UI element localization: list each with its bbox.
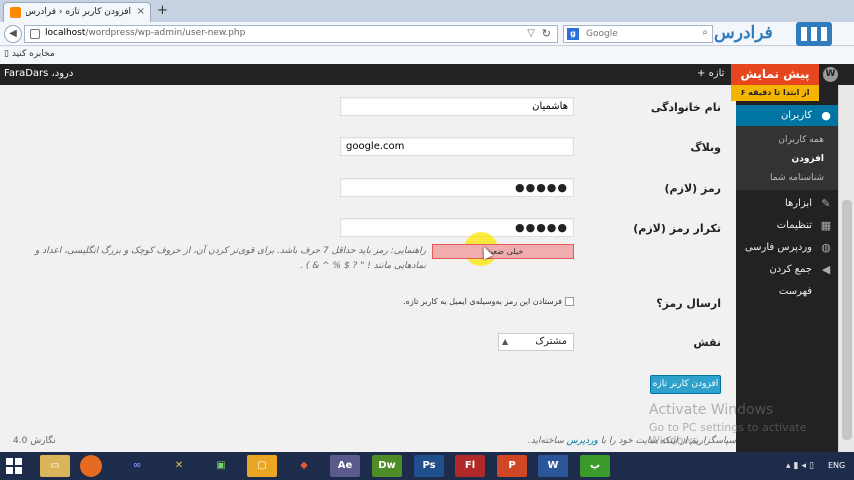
google-icon[interactable]: g [567, 28, 579, 40]
globe-icon: ◍ [821, 241, 831, 254]
tab-close-icon[interactable]: × [137, 6, 145, 17]
admin-sidebar: ● کاربران همه کاربران افزودن شناسنامه شم… [736, 85, 838, 452]
search-input[interactable] [586, 27, 696, 41]
search-icon[interactable]: ⌕ [702, 27, 708, 38]
dropdown-arrow-icon[interactable]: ▽ [527, 28, 535, 39]
collapse-arrow-icon: ◀ [821, 263, 831, 276]
last-name-label: نام خانوادگی [650, 101, 721, 114]
users-submenu: همه کاربران افزودن شناسنامه شما [736, 126, 838, 190]
sidebar-item-persian-wordpress[interactable]: ◍ وردپرس فارسی [736, 237, 838, 259]
wordpress-logo-icon[interactable]: W [823, 67, 838, 82]
photoshop-icon[interactable]: Ps [414, 455, 444, 477]
password-input[interactable]: ●●●●● [340, 178, 574, 197]
browser-tab[interactable]: افزودن کاربر تازه ‹ فرادرس — ... × [3, 2, 151, 22]
filezilla-icon[interactable]: ◆ [289, 455, 319, 477]
role-select[interactable]: مشترک ▲ [498, 333, 574, 351]
preview-subtitle: از ابتدا تا دقیقه ۶ [731, 85, 819, 101]
tools-app-icon[interactable]: ✕ [164, 455, 194, 477]
send-password-text: فرستادن این رمز به‌وسیله‌ی ایمیل به کارب… [403, 297, 562, 306]
reload-icon[interactable]: ↻ [542, 27, 551, 40]
language-indicator[interactable]: ENG [828, 461, 845, 470]
website-input[interactable] [340, 137, 574, 156]
preview-title: پیش نمایش [731, 64, 819, 85]
send-password-label: ارسال رمز؟ [656, 297, 721, 310]
chevron-down-icon: ▲ [502, 337, 509, 346]
site-identity-icon[interactable] [30, 29, 40, 39]
wp-version: نگارش 4.0 [13, 436, 56, 446]
back-button[interactable]: ◀ [4, 25, 22, 43]
password-repeat-input[interactable]: ●●●●● [340, 218, 574, 237]
password-hint: راهنمایی: رمز باید حداقل 7 حرف باشد. برا… [34, 246, 426, 271]
user-icon: ● [821, 109, 831, 122]
flash-icon[interactable]: Fl [455, 455, 485, 477]
dreamweaver-icon[interactable]: Dw [372, 455, 402, 477]
preview-badge: پیش نمایش از ابتدا تا دقیقه ۶ [731, 64, 819, 101]
wrench-icon: ✎ [821, 197, 831, 210]
tab-title: افزودن کاربر تازه ‹ فرادرس — ... [26, 7, 131, 17]
sidebar-item-tools[interactable]: ✎ ابزارها [736, 193, 838, 215]
after-effects-icon[interactable]: Ae [330, 455, 360, 477]
sidebar-item-settings[interactable]: ▦ تنظیمات [736, 215, 838, 237]
submenu-your-profile[interactable]: شناسنامه شما [736, 173, 838, 183]
search-bar[interactable]: g ⌕ [563, 25, 713, 43]
wordpress-link[interactable]: وردپرس [567, 436, 598, 446]
persian-app-icon[interactable]: پ [580, 455, 610, 477]
windows-taskbar: ▭ ∞ ✕ ▣ ▢ ◆ Ae Dw Ps Fl P W پ ▴▮◂▯ ENG [0, 452, 854, 480]
faradars-logo: فرادرس [714, 20, 832, 50]
last-name-input[interactable] [340, 97, 574, 116]
url-bar[interactable]: localhost/wordpress/wp-admin/user-new.ph… [24, 25, 558, 43]
add-new-user-button[interactable]: افزودن کاربر تازه [650, 375, 721, 394]
firefox-icon[interactable] [80, 455, 102, 477]
settings-grid-icon: ▦ [820, 219, 832, 232]
send-password-checkbox[interactable] [565, 297, 574, 306]
folder-app-icon[interactable]: ▢ [247, 455, 277, 477]
sidebar-item-users[interactable]: ● کاربران [736, 105, 838, 127]
bookmark-item[interactable]: ▯ مخابره کنید [4, 49, 55, 59]
logo-text: فرادرس [714, 23, 773, 43]
activate-windows-watermark: Activate Windows Go to PC settings to ac… [649, 402, 807, 447]
new-content-link[interactable]: + تازه [697, 68, 724, 79]
media-app-icon[interactable]: ▣ [206, 455, 236, 477]
password-repeat-label: تکرار رمز (لازم) [633, 222, 721, 235]
sidebar-collapse-menu[interactable]: ◀ جمع کردن فهرست [736, 259, 838, 298]
submenu-all-users[interactable]: همه کاربران [736, 135, 838, 145]
infinity-app-icon[interactable]: ∞ [122, 455, 152, 477]
url-text: localhost/wordpress/wp-admin/user-new.ph… [45, 28, 246, 38]
bookmarks-bar: ▯ مخابره کنید [0, 47, 854, 65]
password-label: رمز (لازم) [664, 182, 721, 195]
powerpoint-icon[interactable]: P [497, 455, 527, 477]
tab-strip: افزودن کاربر تازه ‹ فرادرس — ... × + [0, 0, 854, 22]
system-tray-icons[interactable]: ▴▮◂▯ [786, 461, 822, 471]
windows-start-icon[interactable] [6, 458, 22, 474]
role-label: نقش [693, 336, 721, 349]
page-scrollbar[interactable] [838, 85, 854, 452]
logo-book-icon [796, 22, 832, 46]
password-strength-indicator: خیلی ضعیف [432, 244, 574, 259]
file-explorer-icon[interactable]: ▭ [40, 455, 70, 477]
new-tab-button[interactable]: + [157, 3, 168, 18]
submenu-add-new[interactable]: افزودن [736, 154, 838, 164]
howdy-user[interactable]: FaraDars ،درود [4, 68, 73, 79]
word-icon[interactable]: W [538, 455, 568, 477]
firefox-favicon-icon [10, 7, 21, 18]
website-label: وبلاگ [690, 141, 721, 154]
wp-admin-bar: FaraDars ،درود + تازه W [0, 64, 854, 85]
